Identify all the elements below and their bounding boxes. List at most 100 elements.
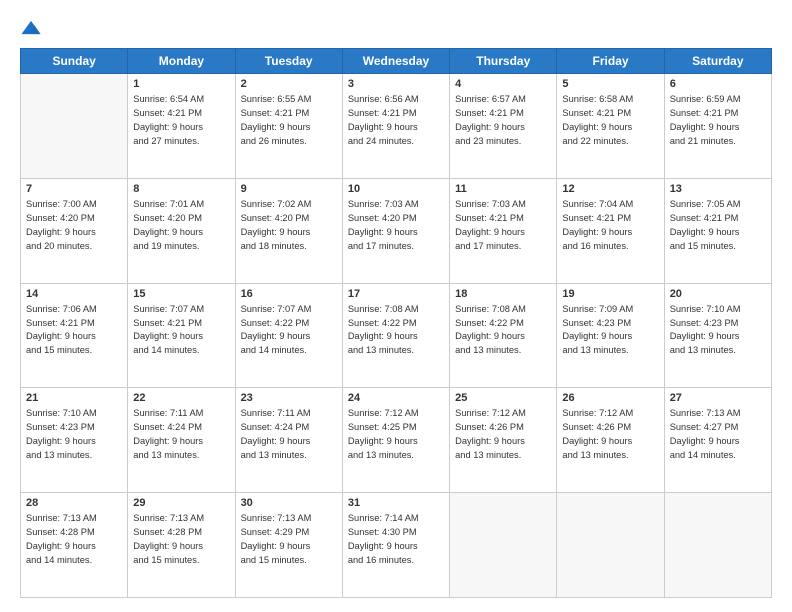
day-info: Sunrise: 7:03 AMSunset: 4:20 PMDaylight:… — [348, 198, 444, 254]
weekday-header-monday: Monday — [128, 49, 235, 74]
calendar-cell: 28Sunrise: 7:13 AMSunset: 4:28 PMDayligh… — [21, 493, 128, 598]
day-info-line: Daylight: 9 hours — [455, 226, 551, 240]
day-info-line: and 13 minutes. — [455, 449, 551, 463]
day-number: 18 — [455, 288, 551, 300]
weekday-header-tuesday: Tuesday — [235, 49, 342, 74]
calendar-cell: 5 Sunrise: 6:58 AMSunset: 4:21 PMDaylight… — [557, 74, 664, 179]
day-info-line: Daylight: 9 hours — [670, 226, 766, 240]
day-info-line: Sunrise: 7:06 AM — [26, 303, 122, 317]
day-info-line: and 19 minutes. — [133, 240, 229, 254]
day-info-line: Sunrise: 6:54 AM — [133, 93, 229, 107]
day-info-line: Sunrise: 6:59 AM — [670, 93, 766, 107]
day-info-line: Sunrise: 7:05 AM — [670, 198, 766, 212]
day-info: Sunrise: 6:55 AMSunset: 4:21 PMDaylight:… — [241, 93, 337, 149]
day-info-line: Sunset: 4:26 PM — [455, 421, 551, 435]
calendar-cell — [664, 493, 771, 598]
calendar-cell: 30 Sunrise: 7:13 AMSunset: 4:29 PMDayligh… — [235, 493, 342, 598]
day-info-line: Sunrise: 7:10 AM — [26, 407, 122, 421]
day-info: Sunrise: 7:07 AMSunset: 4:21 PMDaylight:… — [133, 303, 229, 359]
day-number: 13 — [670, 183, 766, 195]
day-info: Sunrise: 7:03 AMSunset: 4:21 PMDaylight:… — [455, 198, 551, 254]
day-info-line: and 16 minutes. — [348, 554, 444, 568]
day-info-line: and 18 minutes. — [241, 240, 337, 254]
day-number: 30 — [241, 497, 337, 509]
day-info-line: and 13 minutes. — [562, 344, 658, 358]
calendar-week-1: 1Sunrise: 6:54 AMSunset: 4:21 PMDaylight… — [21, 74, 772, 179]
day-info: Sunrise: 7:12 AMSunset: 4:25 PMDaylight:… — [348, 407, 444, 463]
day-info: Sunrise: 7:12 AMSunset: 4:26 PMDaylight:… — [455, 407, 551, 463]
day-info-line: Sunrise: 6:58 AM — [562, 93, 658, 107]
day-info-line: Sunrise: 6:57 AM — [455, 93, 551, 107]
day-info-line: Daylight: 9 hours — [26, 540, 122, 554]
day-number: 2 — [241, 78, 337, 90]
day-info-line: Sunrise: 7:11 AM — [133, 407, 229, 421]
day-info-line: Sunrise: 7:13 AM — [26, 512, 122, 526]
calendar-week-5: 28Sunrise: 7:13 AMSunset: 4:28 PMDayligh… — [21, 493, 772, 598]
day-info-line: Daylight: 9 hours — [562, 435, 658, 449]
day-info-line: Daylight: 9 hours — [241, 121, 337, 135]
calendar-cell: 16Sunrise: 7:07 AMSunset: 4:22 PMDayligh… — [235, 283, 342, 388]
day-info: Sunrise: 7:13 AMSunset: 4:27 PMDaylight:… — [670, 407, 766, 463]
day-info: Sunrise: 7:09 AMSunset: 4:23 PMDaylight:… — [562, 303, 658, 359]
day-info-line: Daylight: 9 hours — [241, 540, 337, 554]
day-number: 5 — [562, 78, 658, 90]
day-info: Sunrise: 6:58 AMSunset: 4:21 PMDaylight:… — [562, 93, 658, 149]
day-info-line: Sunset: 4:27 PM — [670, 421, 766, 435]
day-info-line: Sunrise: 7:08 AM — [348, 303, 444, 317]
day-info-line: and 14 minutes. — [241, 344, 337, 358]
day-info-line: Sunset: 4:23 PM — [562, 317, 658, 331]
day-info-line: and 16 minutes. — [562, 240, 658, 254]
calendar-cell — [21, 74, 128, 179]
calendar-cell: 18Sunrise: 7:08 AMSunset: 4:22 PMDayligh… — [450, 283, 557, 388]
calendar-cell: 11Sunrise: 7:03 AMSunset: 4:21 PMDayligh… — [450, 178, 557, 283]
day-info-line: and 13 minutes. — [133, 449, 229, 463]
calendar-cell: 14Sunrise: 7:06 AMSunset: 4:21 PMDayligh… — [21, 283, 128, 388]
day-number: 16 — [241, 288, 337, 300]
day-number: 3 — [348, 78, 444, 90]
day-info: Sunrise: 7:10 AMSunset: 4:23 PMDaylight:… — [26, 407, 122, 463]
weekday-header-sunday: Sunday — [21, 49, 128, 74]
day-info-line: Sunset: 4:21 PM — [455, 212, 551, 226]
day-info-line: Sunrise: 7:12 AM — [562, 407, 658, 421]
day-info-line: Sunset: 4:21 PM — [670, 107, 766, 121]
day-info-line: Sunrise: 7:03 AM — [455, 198, 551, 212]
day-info-line: and 15 minutes. — [26, 344, 122, 358]
day-number: 25 — [455, 392, 551, 404]
day-info-line: Sunset: 4:20 PM — [133, 212, 229, 226]
day-info-line: Daylight: 9 hours — [133, 330, 229, 344]
calendar-cell: 23Sunrise: 7:11 AMSunset: 4:24 PMDayligh… — [235, 388, 342, 493]
day-info-line: Sunrise: 7:14 AM — [348, 512, 444, 526]
day-info-line: Sunrise: 7:13 AM — [670, 407, 766, 421]
day-info: Sunrise: 6:54 AMSunset: 4:21 PMDaylight:… — [133, 93, 229, 149]
calendar-week-4: 21Sunrise: 7:10 AMSunset: 4:23 PMDayligh… — [21, 388, 772, 493]
day-info-line: Sunset: 4:23 PM — [670, 317, 766, 331]
day-info-line: Daylight: 9 hours — [133, 540, 229, 554]
day-info-line: Daylight: 9 hours — [348, 121, 444, 135]
day-info-line: Sunrise: 6:55 AM — [241, 93, 337, 107]
day-info-line: Daylight: 9 hours — [562, 121, 658, 135]
weekday-header-wednesday: Wednesday — [342, 49, 449, 74]
calendar-cell: 4Sunrise: 6:57 AMSunset: 4:21 PMDaylight… — [450, 74, 557, 179]
day-info-line: and 13 minutes. — [26, 449, 122, 463]
day-info: Sunrise: 7:13 AMSunset: 4:29 PMDaylight:… — [241, 512, 337, 568]
day-info-line: and 26 minutes. — [241, 135, 337, 149]
day-info-line: Sunrise: 7:00 AM — [26, 198, 122, 212]
weekday-header-thursday: Thursday — [450, 49, 557, 74]
day-number: 14 — [26, 288, 122, 300]
day-info-line: Sunrise: 7:08 AM — [455, 303, 551, 317]
day-info-line: and 15 minutes. — [670, 240, 766, 254]
day-info-line: and 27 minutes. — [133, 135, 229, 149]
day-info-line: and 13 minutes. — [562, 449, 658, 463]
calendar-cell: 27Sunrise: 7:13 AMSunset: 4:27 PMDayligh… — [664, 388, 771, 493]
day-number: 20 — [670, 288, 766, 300]
day-info-line: Sunset: 4:30 PM — [348, 526, 444, 540]
calendar-cell: 10Sunrise: 7:03 AMSunset: 4:20 PMDayligh… — [342, 178, 449, 283]
day-info-line: Daylight: 9 hours — [133, 435, 229, 449]
day-number: 15 — [133, 288, 229, 300]
calendar-cell: 12Sunrise: 7:04 AMSunset: 4:21 PMDayligh… — [557, 178, 664, 283]
day-info-line: Sunset: 4:21 PM — [26, 317, 122, 331]
day-info-line: and 23 minutes. — [455, 135, 551, 149]
calendar-cell: 24Sunrise: 7:12 AMSunset: 4:25 PMDayligh… — [342, 388, 449, 493]
day-number: 29 — [133, 497, 229, 509]
day-info-line: Sunset: 4:21 PM — [133, 107, 229, 121]
